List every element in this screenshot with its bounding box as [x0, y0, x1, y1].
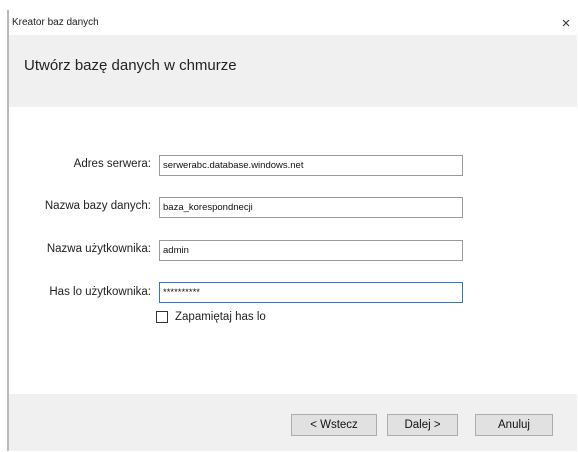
- username-label: Nazwa użytkownika:: [46, 243, 151, 255]
- server-row: Adres serwera:: [9, 154, 151, 176]
- next-button[interactable]: Dalej >: [387, 414, 458, 436]
- password-row: Has lo użytkownika:: [9, 282, 151, 304]
- wizard-window: Kreator baz danych × Utwórz bazę danych …: [7, 10, 577, 451]
- username-input[interactable]: [159, 240, 463, 261]
- close-icon[interactable]: ×: [555, 14, 577, 34]
- remember-password-checkbox[interactable]: Zapamiętaj has lo: [156, 309, 266, 325]
- remember-password-label: Zapamiętaj has lo: [175, 311, 266, 323]
- page-title: Utwórz bazę danych w chmurze: [24, 57, 237, 74]
- username-row: Nazwa użytkownika:: [9, 239, 151, 261]
- database-label: Nazwa bazy danych:: [44, 200, 151, 212]
- window-title: Kreator baz danych: [12, 17, 99, 28]
- title-bar: Kreator baz danych ×: [9, 10, 577, 35]
- wizard-header: Utwórz bazę danych w chmurze: [9, 35, 577, 107]
- database-name-input[interactable]: [159, 197, 463, 218]
- password-input[interactable]: [159, 282, 463, 303]
- server-label: Adres serwera:: [73, 158, 151, 170]
- password-label: Has lo użytkownika:: [49, 286, 151, 298]
- database-row: Nazwa bazy danych:: [9, 196, 151, 218]
- back-button[interactable]: < Wstecz: [291, 414, 377, 436]
- wizard-footer: < Wstecz Dalej > Anuluj: [9, 394, 577, 451]
- server-address-input[interactable]: [159, 155, 463, 176]
- cancel-button[interactable]: Anuluj: [475, 414, 553, 436]
- checkbox-box[interactable]: [156, 311, 168, 323]
